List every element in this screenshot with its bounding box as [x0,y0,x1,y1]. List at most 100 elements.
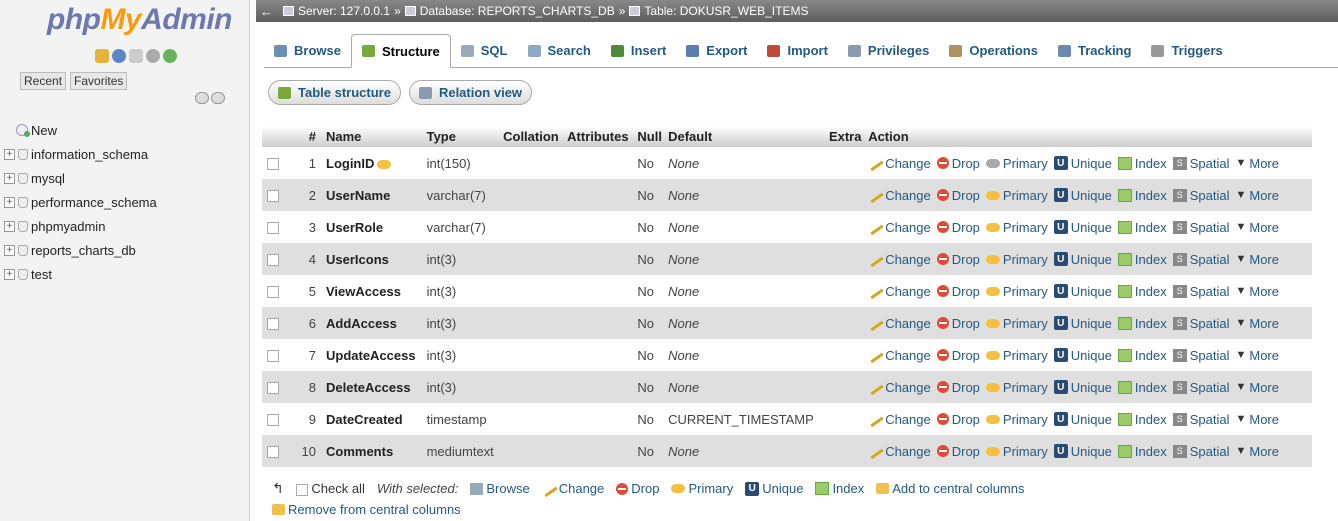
expand-icon[interactable]: + [4,172,15,184]
primary-button[interactable]: Primary [985,156,1048,171]
header-name[interactable]: Name [324,126,425,147]
change-button[interactable]: Change [866,250,931,268]
header-null[interactable]: Null [635,126,667,147]
more-button[interactable]: ▼ More [1235,252,1279,267]
header-collation[interactable]: Collation [501,126,566,147]
primary-button[interactable]: Primary [985,188,1048,203]
expand-icon[interactable]: + [4,220,15,232]
recent-tab[interactable]: Recent [20,72,67,90]
tree-item-test[interactable]: + test [4,262,157,286]
table-row[interactable]: 5 ViewAccess int(3) No None Change Drop Primary… [262,275,1312,307]
home-icon[interactable] [95,49,109,63]
change-button[interactable]: Change [866,154,931,172]
row-checkbox[interactable] [267,350,279,363]
tab-import[interactable]: Import [757,34,837,67]
primary-button[interactable]: Primary [985,444,1048,459]
table-row[interactable]: 4 UserIcons int(3) No None Change Drop Primary U… [262,243,1312,275]
table-row[interactable]: 7 UpdateAccess int(3) No None Change Drop Prima… [262,339,1312,371]
tree-item-performance-schema[interactable]: + performance_schema [4,190,157,214]
tree-item-information-schema[interactable]: + information_schema [4,142,157,166]
drop-button[interactable]: Drop [936,412,980,427]
primary-button[interactable]: Primary [985,380,1048,395]
index-button[interactable]: Index [1117,252,1167,267]
check-all-checkbox[interactable] [295,483,308,496]
table-row[interactable]: 8 DeleteAccess int(3) No None Change Drop Prima… [262,371,1312,403]
more-button[interactable]: ▼ More [1235,380,1279,395]
settings-gear-icon[interactable] [146,49,160,63]
tree-item-new[interactable]: New [4,118,157,142]
favorites-tab[interactable]: Favorites [70,72,128,90]
more-button[interactable]: ▼ More [1235,348,1279,363]
row-checkbox[interactable] [267,158,279,171]
spatial-button[interactable]: S Spatial [1172,316,1229,331]
change-button[interactable]: Change [866,314,931,332]
tab-export[interactable]: Export [676,34,757,67]
table-row[interactable]: 1 LoginID int(150) No None Change Drop Primary U… [262,147,1312,179]
tab-sql[interactable]: SQL [451,34,518,67]
header-type[interactable]: Type [424,126,502,147]
change-button[interactable]: Change [866,346,931,364]
tab-operations[interactable]: Operations [939,34,1048,67]
index-button[interactable]: Index [1117,380,1167,395]
tab-tracking[interactable]: Tracking [1048,34,1141,67]
header-extra[interactable]: Extra [826,126,867,147]
breadcrumb-database[interactable]: Database: REPORTS_CHARTS_DB [420,4,615,18]
tree-item-mysql[interactable]: + mysql [4,166,157,190]
table-structure-button[interactable]: Table structure [268,80,401,105]
link-with-main-icon[interactable] [211,92,225,104]
row-checkbox[interactable] [267,414,279,427]
bulk-browse-button[interactable]: Browse [470,481,530,496]
more-button[interactable]: ▼ More [1235,412,1279,427]
unique-button[interactable]: U Unique [1053,348,1112,363]
bulk-primary-button[interactable]: Primary [671,481,733,496]
row-checkbox[interactable] [267,254,279,267]
breadcrumb-table[interactable]: Table: DOKUSR_WEB_ITEMS [644,4,808,18]
more-button[interactable]: ▼ More [1235,316,1279,331]
change-button[interactable]: Change [866,410,931,428]
spatial-button[interactable]: S Spatial [1172,380,1229,395]
spatial-button[interactable]: S Spatial [1172,444,1229,459]
tab-structure[interactable]: Structure [350,34,451,68]
drop-button[interactable]: Drop [936,220,980,235]
table-row[interactable]: 10 Comments mediumtext No None Change Drop Prim… [262,435,1312,467]
bulk-drop-button[interactable]: Drop [616,481,659,496]
row-checkbox[interactable] [267,318,279,331]
index-button[interactable]: Index [1117,348,1167,363]
change-button[interactable]: Change [866,218,931,236]
tab-privileges[interactable]: Privileges [838,34,939,67]
index-button[interactable]: Index [1117,284,1167,299]
row-checkbox[interactable] [267,382,279,395]
expand-icon[interactable]: + [4,148,15,160]
drop-button[interactable]: Drop [936,188,980,203]
unique-button[interactable]: U Unique [1053,220,1112,235]
index-button[interactable]: Index [1117,412,1167,427]
phpmyadmin-logo[interactable]: phpMyAdmin [47,3,232,37]
row-checkbox[interactable] [267,222,279,235]
logout-icon[interactable] [112,49,126,63]
unique-button[interactable]: U Unique [1053,316,1112,331]
expand-icon[interactable]: + [4,196,15,208]
primary-button[interactable]: Primary [985,284,1048,299]
more-button[interactable]: ▼ More [1235,220,1279,235]
expand-icon[interactable]: + [4,244,15,256]
reload-icon[interactable] [163,49,177,63]
drop-button[interactable]: Drop [936,316,980,331]
row-checkbox[interactable] [267,190,279,203]
table-row[interactable]: 2 UserName varchar(7) No None Change Drop Prima… [262,179,1312,211]
bulk-unique-button[interactable]: U Unique [745,481,803,496]
row-checkbox[interactable] [267,446,279,459]
unique-button[interactable]: U Unique [1053,444,1112,459]
remove-central-columns-button[interactable]: Remove from central columns [272,502,461,517]
spatial-button[interactable]: S Spatial [1172,284,1229,299]
table-row[interactable]: 3 UserRole varchar(7) No None Change Drop Prima… [262,211,1312,243]
change-button[interactable]: Change [866,282,931,300]
drop-button[interactable]: Drop [936,284,980,299]
bulk-change-button[interactable]: Change [540,480,604,497]
change-button[interactable]: Change [866,186,931,204]
tree-item-reports-charts-db[interactable]: + reports_charts_db [4,238,157,262]
tab-triggers[interactable]: Triggers [1141,34,1232,67]
spatial-button[interactable]: S Spatial [1172,156,1229,171]
primary-button[interactable]: Primary [985,252,1048,267]
tree-item-phpmyadmin[interactable]: + phpmyadmin [4,214,157,238]
expand-icon[interactable]: + [4,268,15,280]
